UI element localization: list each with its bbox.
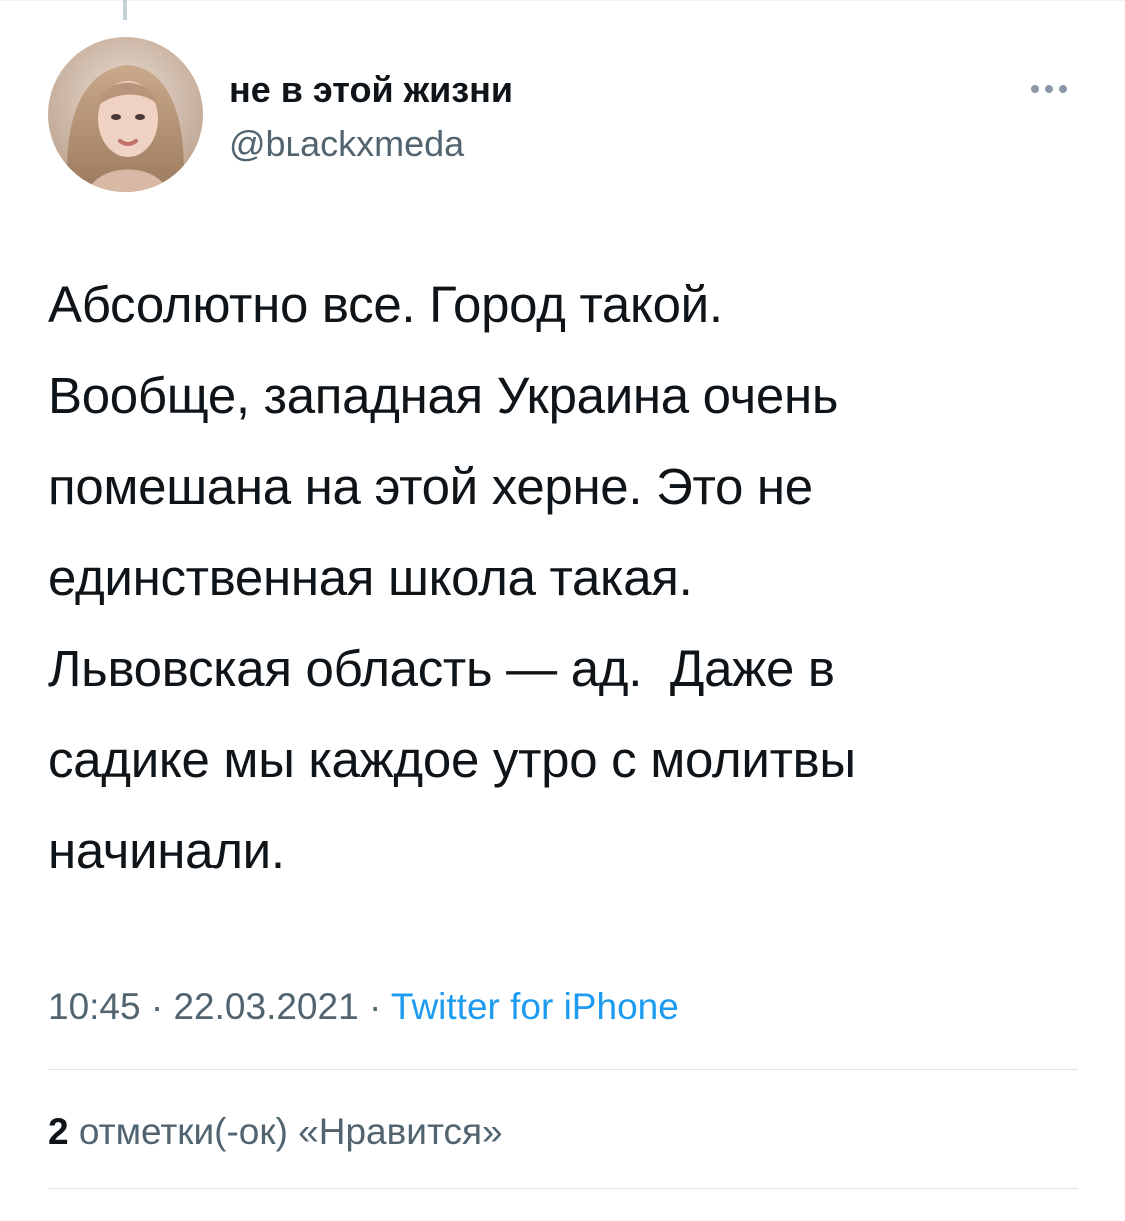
more-options-button[interactable] (1024, 76, 1074, 102)
more-horizontal-icon (1031, 85, 1039, 93)
tweet-text: Абсолютно все. Город такой. Вообще, запа… (48, 276, 856, 879)
tweet-metadata: 10:45 · 22.03.2021 · Twitter for iPhone (48, 980, 679, 1034)
more-horizontal-icon-dot (1045, 85, 1053, 93)
divider (48, 1188, 1078, 1189)
author-display-name[interactable]: не в этой жизни (229, 64, 513, 116)
more-horizontal-icon-dot (1059, 85, 1067, 93)
avatar[interactable] (48, 37, 203, 192)
tweet-date[interactable]: 22.03.2021 (173, 986, 358, 1027)
top-divider (0, 0, 1125, 1)
author-handle[interactable]: @bʟackxmeda (229, 118, 464, 170)
tweet-time[interactable]: 10:45 (48, 986, 141, 1027)
avatar-image (48, 37, 203, 192)
likes-count: 2 (48, 1111, 69, 1152)
thread-connector-line (123, 0, 127, 20)
meta-separator: · (358, 986, 391, 1027)
likes-label: отметки(-ок) «Нравится» (68, 1111, 503, 1152)
divider (48, 1069, 1078, 1070)
tweet-source-link[interactable]: Twitter for iPhone (391, 986, 679, 1027)
likes-summary-link[interactable]: 2 отметки(-ок) «Нравится» (48, 1105, 503, 1159)
meta-separator: · (140, 986, 174, 1027)
